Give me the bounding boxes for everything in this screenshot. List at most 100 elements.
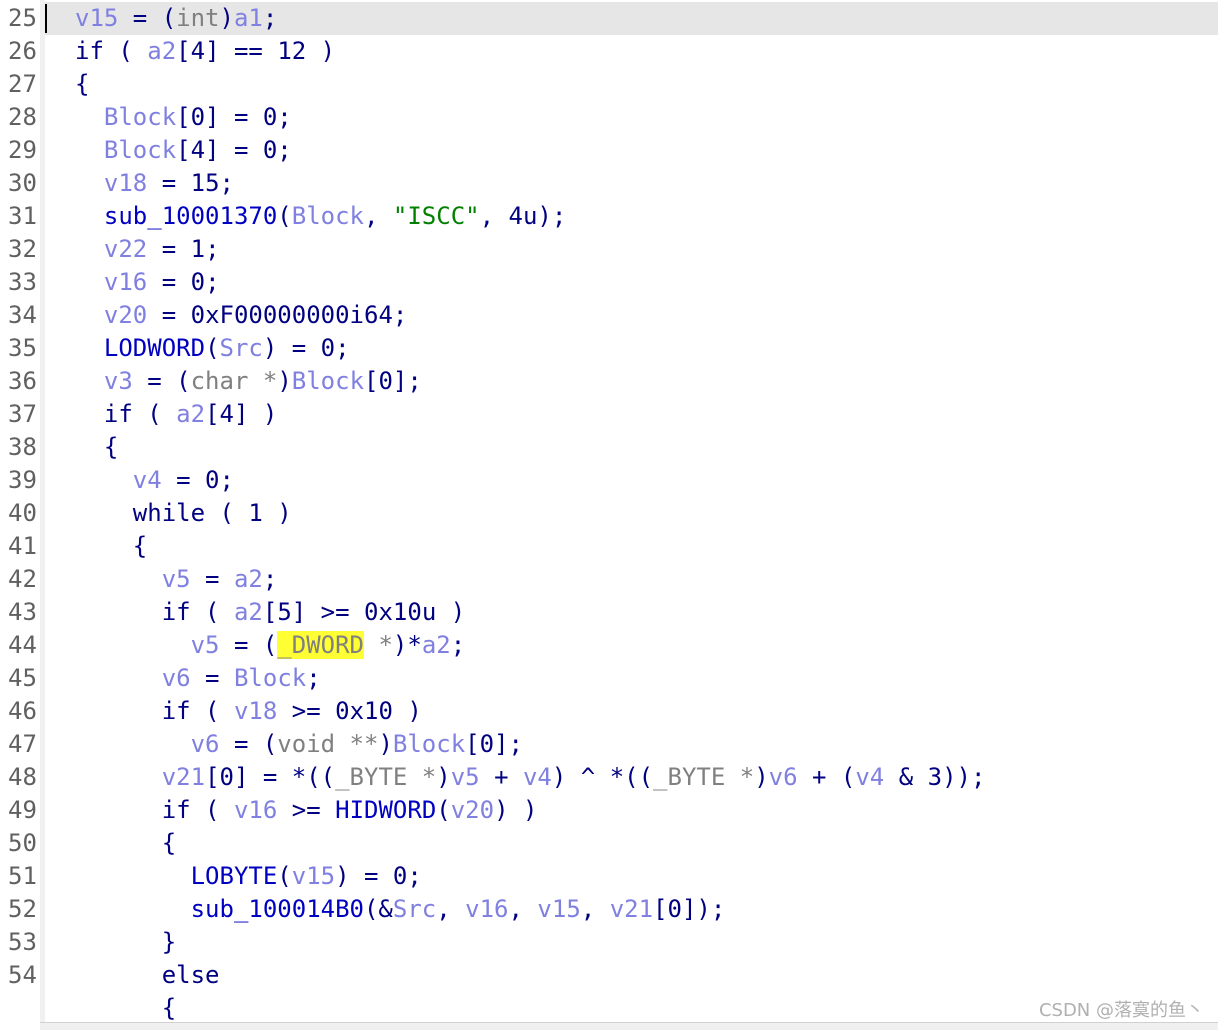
code-line[interactable]: 47 v6 = (void **)Block[0]; bbox=[8, 728, 1218, 761]
code-token-var[interactable]: Block bbox=[104, 103, 176, 131]
code-token-var[interactable]: Src bbox=[393, 895, 436, 923]
code-line[interactable]: 33 v16 = 0; bbox=[8, 266, 1218, 299]
code-token-punc: >= 0x10 ) bbox=[277, 697, 422, 725]
code-token-punc: [4] = 0; bbox=[176, 136, 292, 164]
code-token-punc: { bbox=[75, 829, 177, 857]
code-line[interactable]: 49 if ( v16 >= HIDWORD(v20) ) bbox=[8, 794, 1218, 827]
code-line[interactable]: 38 { bbox=[8, 431, 1218, 464]
code-token-var[interactable]: v21 bbox=[162, 763, 205, 791]
code-token-var[interactable]: v4 bbox=[133, 466, 162, 494]
code-token-punc: , bbox=[364, 202, 393, 230]
code-token-punc: ( bbox=[436, 796, 451, 824]
code-token-kw: if bbox=[103, 400, 133, 428]
pseudocode-editor[interactable]: 25 v15 = (int)a1; 26 if ( a2[4] == 12 ) 27{2… bbox=[0, 0, 1218, 1022]
code-token-var[interactable]: v4 bbox=[523, 763, 552, 791]
code-line[interactable]: 39 v4 = 0; bbox=[8, 464, 1218, 497]
code-token-var[interactable]: v22 bbox=[104, 235, 147, 263]
code-token-punc: { bbox=[75, 70, 90, 98]
code-token-var[interactable]: v21 bbox=[610, 895, 653, 923]
code-line[interactable]: 50 { bbox=[8, 827, 1218, 860]
code-line[interactable]: 30 v18 = 15; bbox=[8, 167, 1218, 200]
code-token-var[interactable]: v4 bbox=[855, 763, 884, 791]
code-token-var[interactable]: a2 bbox=[422, 631, 451, 659]
code-token-var[interactable]: v5 bbox=[191, 631, 220, 659]
code-token-var[interactable]: v20 bbox=[451, 796, 494, 824]
code-line[interactable]: 34 v20 = 0xF00000000i64; bbox=[8, 299, 1218, 332]
line-number: 42 bbox=[8, 565, 37, 593]
code-token-var[interactable]: Block bbox=[292, 367, 364, 395]
code-token-var[interactable]: v20 bbox=[104, 301, 147, 329]
code-line[interactable]: 35 LODWORD(Src) = 0; bbox=[8, 332, 1218, 365]
code-line[interactable]: 54 else bbox=[8, 959, 1218, 992]
code-token-fn[interactable]: HIDWORD bbox=[335, 796, 436, 824]
code-line[interactable]: 36 v3 = (char *)Block[0]; bbox=[8, 365, 1218, 398]
code-token-var[interactable]: v15 bbox=[537, 895, 580, 923]
code-token-var[interactable]: v16 bbox=[104, 268, 147, 296]
code-token-var[interactable]: a2 bbox=[234, 565, 263, 593]
code-token-punc: ; bbox=[262, 4, 278, 32]
code-area[interactable]: 25 v15 = (int)a1; 26 if ( a2[4] == 12 ) 27{2… bbox=[8, 2, 1218, 1022]
code-text: while ( 1 ) bbox=[75, 497, 292, 530]
code-line[interactable]: 46 if ( v18 >= 0x10 ) bbox=[8, 695, 1218, 728]
code-token-fn[interactable]: sub_10001370 bbox=[104, 202, 277, 230]
code-line[interactable]: 41 { bbox=[8, 530, 1218, 563]
code-token-var[interactable]: v15 bbox=[75, 4, 118, 32]
highlighted-token[interactable]: _DWORD bbox=[277, 631, 364, 659]
code-line[interactable]: 51 LOBYTE(v15) = 0; bbox=[8, 860, 1218, 893]
code-line[interactable]: 40 while ( 1 ) bbox=[8, 497, 1218, 530]
line-number: 32 bbox=[8, 235, 37, 263]
code-token-var[interactable]: Block bbox=[234, 664, 306, 692]
code-token-punc bbox=[75, 169, 104, 197]
code-line[interactable]: 48 v21[0] = *((_BYTE *)v5 + v4) ^ *((_BY… bbox=[8, 761, 1218, 794]
code-token-var[interactable]: Block bbox=[393, 730, 465, 758]
code-token-var[interactable]: v5 bbox=[162, 565, 191, 593]
code-token-var[interactable]: Block bbox=[292, 202, 364, 230]
code-token-fn[interactable]: LODWORD bbox=[104, 334, 205, 362]
code-line[interactable]: 45 v6 = Block; bbox=[8, 662, 1218, 695]
code-text: v15 = (int)a1; bbox=[75, 2, 277, 35]
code-line[interactable]: 31 sub_10001370(Block, "ISCC", 4u); bbox=[8, 200, 1218, 233]
code-token-punc: [0] = 0; bbox=[176, 103, 292, 131]
code-line[interactable]: 28 Block[0] = 0; bbox=[8, 101, 1218, 134]
code-token-punc bbox=[75, 499, 133, 527]
line-number: 51 bbox=[8, 862, 37, 890]
code-token-punc bbox=[75, 763, 162, 791]
code-token-var[interactable]: a1 bbox=[234, 4, 263, 32]
code-token-punc: = ( bbox=[219, 730, 278, 758]
code-text: v4 = 0; bbox=[75, 464, 234, 497]
code-token-var[interactable]: a2 bbox=[176, 400, 205, 428]
code-token-var[interactable]: v5 bbox=[451, 763, 480, 791]
code-line[interactable]: 27 { bbox=[8, 68, 1218, 101]
code-line[interactable]: 37 if ( a2[4] ) bbox=[8, 398, 1218, 431]
code-token-fn[interactable]: sub_100014B0 bbox=[191, 895, 364, 923]
code-token-var[interactable]: a2 bbox=[234, 598, 263, 626]
code-token-var[interactable]: Src bbox=[220, 334, 263, 362]
code-line[interactable]: 26 if ( a2[4] == 12 ) bbox=[8, 35, 1218, 68]
code-token-var[interactable]: v16 bbox=[465, 895, 508, 923]
code-token-var[interactable]: v16 bbox=[234, 796, 277, 824]
code-token-punc: ) bbox=[277, 367, 292, 395]
code-token-kw: if bbox=[161, 697, 191, 725]
code-line[interactable]: 53 } bbox=[8, 926, 1218, 959]
code-token-var[interactable]: Block bbox=[104, 136, 176, 164]
code-token-var[interactable]: v15 bbox=[292, 862, 335, 890]
code-token-var[interactable]: v6 bbox=[769, 763, 798, 791]
line-number: 25 bbox=[8, 4, 37, 32]
code-token-var[interactable]: v3 bbox=[104, 367, 133, 395]
code-token-var[interactable]: v18 bbox=[104, 169, 147, 197]
code-line[interactable]: 44 v5 = (_DWORD *)*a2; bbox=[8, 629, 1218, 662]
code-token-var[interactable]: v6 bbox=[191, 730, 220, 758]
code-line[interactable]: 32 v22 = 1; bbox=[8, 233, 1218, 266]
code-token-punc: , bbox=[580, 895, 610, 923]
code-line[interactable]: 29 Block[4] = 0; bbox=[8, 134, 1218, 167]
code-text: { bbox=[75, 431, 118, 464]
code-text: if ( v16 >= HIDWORD(v20) ) bbox=[75, 794, 538, 827]
code-token-var[interactable]: a2 bbox=[147, 37, 176, 65]
code-line[interactable]: 42 v5 = a2; bbox=[8, 563, 1218, 596]
code-line[interactable]: 43 if ( a2[5] >= 0x10u ) bbox=[8, 596, 1218, 629]
code-line[interactable]: 52 sub_100014B0(&Src, v16, v15, v21[0]); bbox=[8, 893, 1218, 926]
code-token-fn[interactable]: LOBYTE bbox=[191, 862, 278, 890]
code-token-var[interactable]: v18 bbox=[234, 697, 277, 725]
code-token-var[interactable]: v6 bbox=[162, 664, 191, 692]
code-line[interactable]: 25 v15 = (int)a1; bbox=[8, 2, 1218, 35]
